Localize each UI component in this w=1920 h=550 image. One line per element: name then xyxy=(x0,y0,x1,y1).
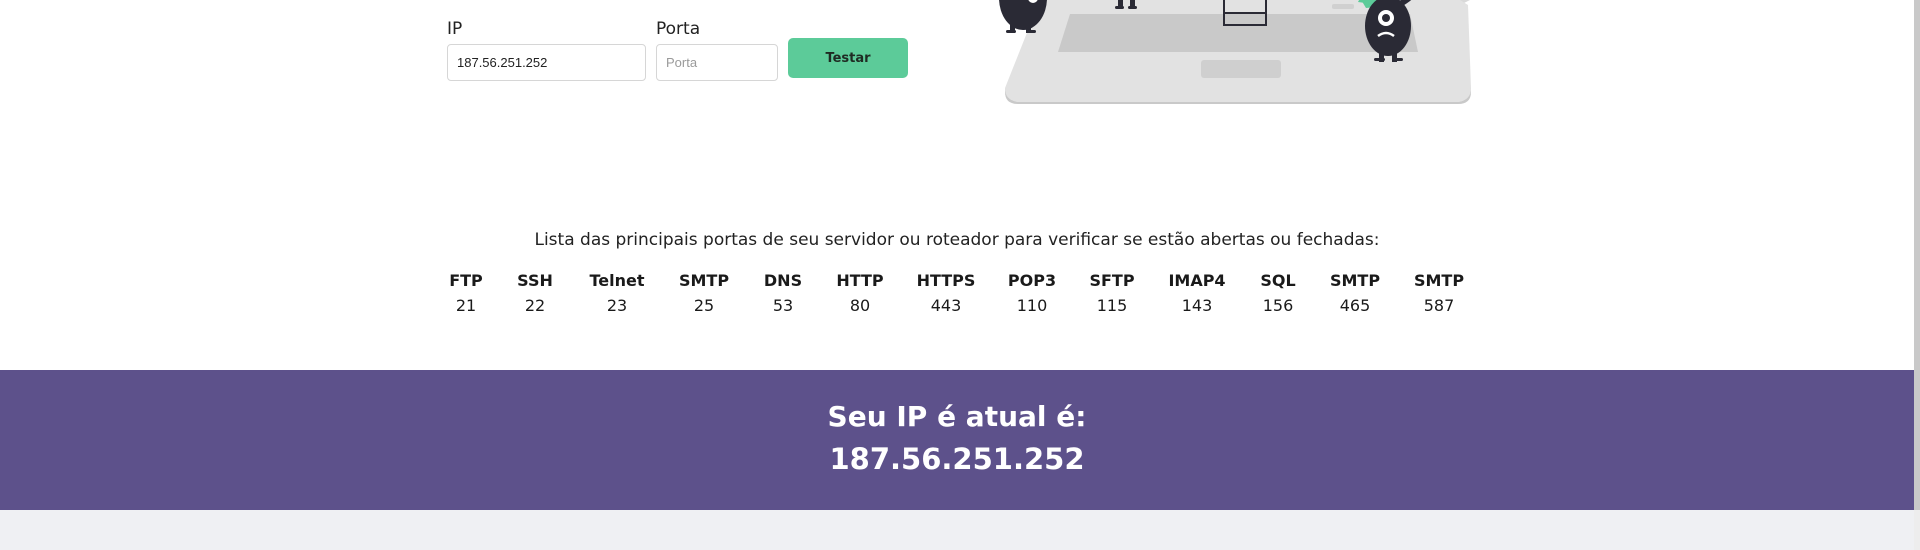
port-number: 143 xyxy=(1181,296,1213,315)
port-name: SMTP xyxy=(678,271,730,290)
port-item: POP3 110 xyxy=(1008,270,1056,317)
current-ip-label: Seu IP é atual é: xyxy=(827,400,1087,433)
port-name: Telnet xyxy=(589,271,645,290)
laptop-monsters-illustration xyxy=(990,0,1500,110)
port-name: SMTP xyxy=(1329,271,1381,290)
port-item: SMTP 465 xyxy=(1330,270,1380,317)
port-number: 23 xyxy=(606,296,628,315)
scrollbar-thumb[interactable] xyxy=(1914,0,1920,510)
port-name: DNS xyxy=(763,271,803,290)
ip-input[interactable] xyxy=(447,44,646,81)
port-item: FTP 21 xyxy=(449,270,483,317)
port-number: 443 xyxy=(930,296,962,315)
port-input[interactable] xyxy=(656,44,778,81)
port-item: SMTP 25 xyxy=(679,270,729,317)
port-number: 115 xyxy=(1096,296,1128,315)
port-number: 80 xyxy=(849,296,871,315)
port-item: HTTPS 443 xyxy=(917,270,976,317)
footer-strip xyxy=(0,510,1914,550)
vertical-scrollbar[interactable] xyxy=(1914,0,1920,550)
current-ip-value: 187.56.251.252 xyxy=(829,442,1085,476)
port-item: IMAP4 143 xyxy=(1168,270,1225,317)
port-name: IMAP4 xyxy=(1168,271,1226,290)
ports-intro: Lista das principais portas de seu servi… xyxy=(534,230,1380,250)
port-number: 156 xyxy=(1262,296,1294,315)
port-item: SFTP 115 xyxy=(1089,270,1134,317)
port-number: 53 xyxy=(772,296,794,315)
ip-label: IP xyxy=(447,19,463,39)
port-item: Telnet 23 xyxy=(589,270,644,317)
port-number: 465 xyxy=(1339,296,1371,315)
port-field: Porta xyxy=(656,18,778,81)
port-name: FTP xyxy=(449,271,483,290)
port-name: SQL xyxy=(1260,271,1296,290)
port-item: SMTP 587 xyxy=(1414,270,1464,317)
port-name: POP3 xyxy=(1007,271,1057,290)
port-name: HTTPS xyxy=(916,271,976,290)
port-name: SSH xyxy=(517,271,553,290)
port-number: 22 xyxy=(524,296,546,315)
illustration-svg xyxy=(999,0,1471,104)
test-button[interactable]: Testar xyxy=(788,38,908,78)
port-number: 25 xyxy=(693,296,715,315)
port-name: SFTP xyxy=(1089,271,1135,290)
port-name: SMTP xyxy=(1413,271,1465,290)
page: IP Porta Testar xyxy=(0,0,1914,550)
port-number: 587 xyxy=(1423,296,1455,315)
port-test-form: IP Porta Testar xyxy=(447,18,927,88)
port-number: 21 xyxy=(455,296,477,315)
ip-field: IP xyxy=(447,18,646,81)
port-item: SSH 22 xyxy=(517,270,553,317)
port-item: HTTP 80 xyxy=(836,270,883,317)
port-item: SQL 156 xyxy=(1260,270,1295,317)
port-number: 110 xyxy=(1016,296,1048,315)
port-name: HTTP xyxy=(836,271,884,290)
current-ip-banner: Seu IP é atual é: 187.56.251.252 xyxy=(0,370,1914,510)
port-label: Porta xyxy=(656,19,701,39)
port-item: DNS 53 xyxy=(764,270,802,317)
